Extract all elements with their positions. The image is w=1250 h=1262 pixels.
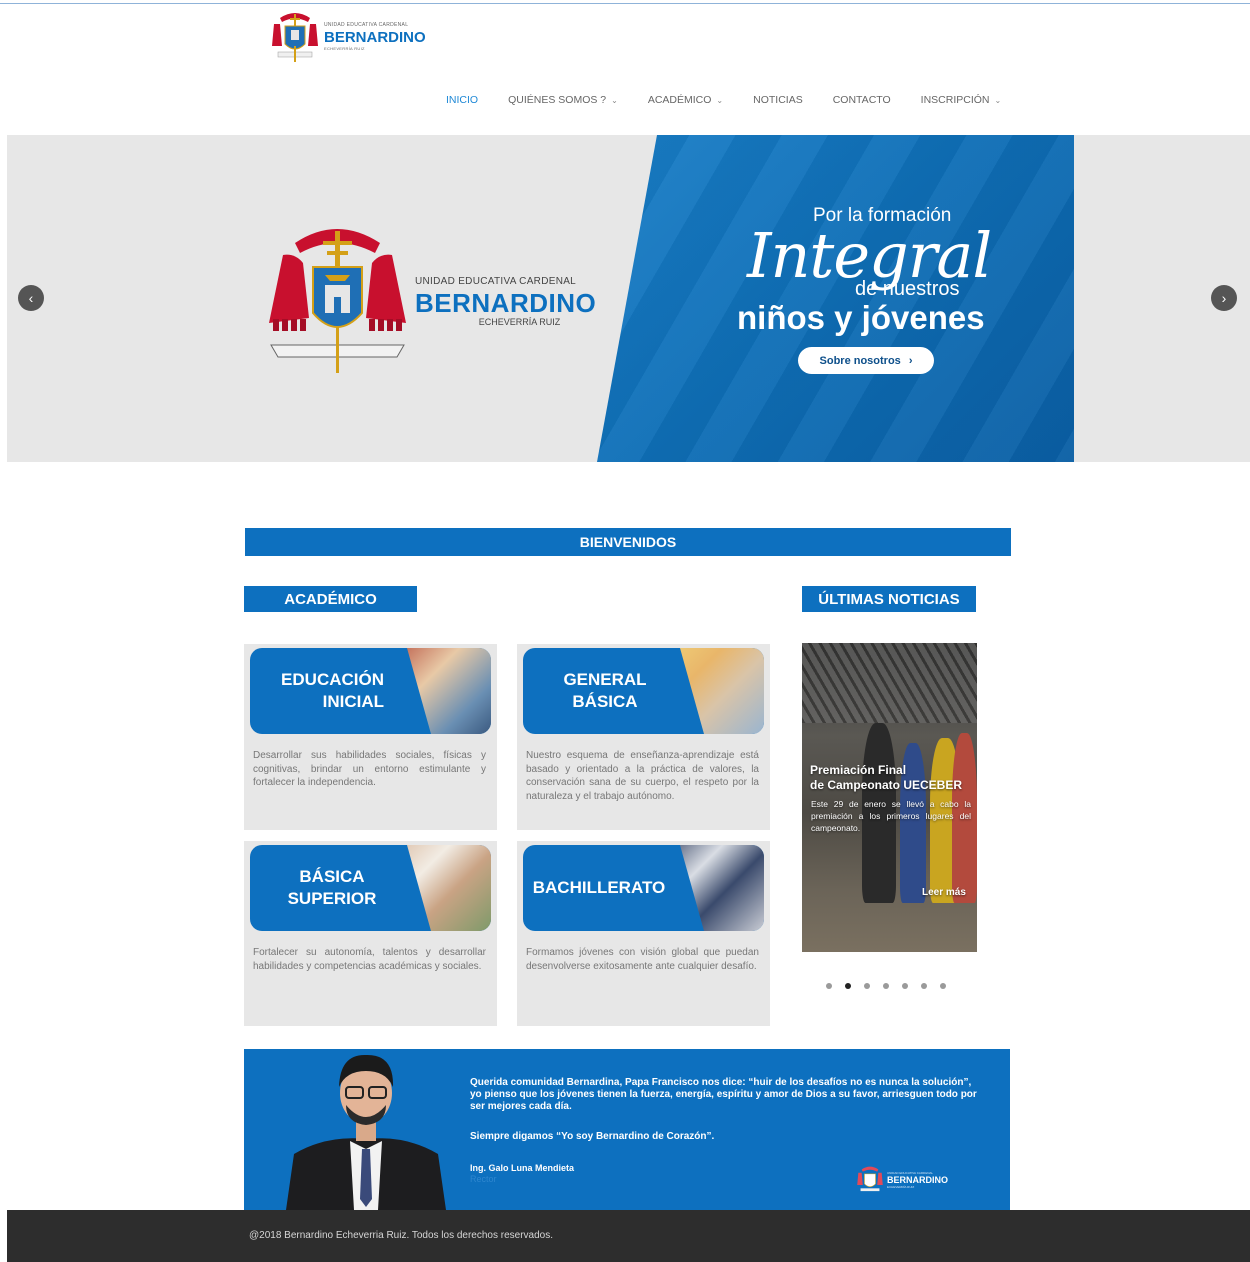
read-more-link[interactable]: Leer más <box>922 887 966 898</box>
card-description: Formamos jóvenes con visión global que p… <box>526 947 759 972</box>
card-photo <box>680 648 764 734</box>
chevron-right-icon: › <box>1221 290 1227 306</box>
main-nav: INICIO QUIÉNES SOMOS ? ⌄ ACADÉMICO ⌄ NOTIC… <box>446 94 1031 106</box>
card-photo <box>407 845 491 931</box>
nav-contacto-label: CONTACTO <box>832 94 891 106</box>
footer: @2018 Bernardino Echeverria Ruiz. Todos … <box>7 1210 1250 1262</box>
nav-noticias[interactable]: NOTICIAS <box>753 94 803 106</box>
rector-name: Ing. Galo Luna Mendieta <box>470 1163 575 1173</box>
logo-small-text: UNIDAD EDUCATIVA CARDENAL <box>324 22 409 28</box>
about-us-button[interactable]: Sobre nosotros › <box>798 347 934 374</box>
card-title: GENERAL BÁSICA <box>553 648 657 734</box>
crest-icon <box>269 229 406 373</box>
hero-slider: UNIDAD EDUCATIVA CARDENAL BERNARDINO ECH… <box>7 135 1250 462</box>
rector-role: Rector <box>470 1174 497 1184</box>
hero-logo-small: UNIDAD EDUCATIVA CARDENAL <box>415 276 577 287</box>
pagination-dot[interactable] <box>902 983 908 989</box>
hero-logo-name: BERNARDINO <box>415 288 597 318</box>
news-photo-ceiling <box>802 643 977 723</box>
pagination-dot[interactable] <box>826 983 832 989</box>
nav-inicio-label: INICIO <box>446 94 479 106</box>
card-banner: BÁSICA SUPERIOR <box>250 845 491 931</box>
chevron-right-icon: › <box>908 354 913 367</box>
card-description: Fortalecer su autonomía, talentos y desa… <box>253 947 486 972</box>
card-title-line2: BÁSICA <box>572 692 638 711</box>
card-basica-superior[interactable]: BÁSICA SUPERIOR Fortalecer su autonomía, … <box>244 841 497 1026</box>
rector-message-text: Querida comunidad Bernardina, Papa Franc… <box>470 1077 977 1112</box>
card-title-line1: EDUCACIÓN <box>281 669 384 689</box>
pagination-dot[interactable] <box>883 983 889 989</box>
welcome-banner: BIENVENIDOS <box>245 528 1011 556</box>
card-banner: BACHILLERATO <box>523 845 764 931</box>
card-description: Nuestro esquema de enseñanza-aprendizaje… <box>526 750 759 802</box>
news-title: Premiación Final de Campeonato UECEBER <box>810 763 962 793</box>
card-title-line2: INICIAL <box>322 692 384 711</box>
about-us-label: Sobre nosotros <box>819 354 901 367</box>
pagination-dot[interactable] <box>940 983 946 989</box>
pagination-dot-active[interactable] <box>845 983 851 989</box>
chevron-left-icon: ‹ <box>28 290 34 306</box>
card-title: BACHILLERATO <box>529 845 669 931</box>
nav-quienes-somos-label: QUIÉNES SOMOS ? <box>508 94 607 106</box>
card-title-line1: BACHILLERATO <box>532 877 666 897</box>
news-title-line1: Premiación Final <box>810 763 907 777</box>
chevron-down-icon: ⌄ <box>611 95 618 105</box>
card-title: EDUCACIÓN INICIAL <box>264 648 384 734</box>
academic-heading: ACADÉMICO <box>244 586 417 612</box>
rector-photo <box>286 1054 446 1210</box>
nav-inscripcion-label: INSCRIPCIÓN <box>920 94 990 106</box>
slider-prev-button[interactable]: ‹ <box>18 285 44 311</box>
card-general-basica[interactable]: GENERAL BÁSICA Nuestro esquema de enseñan… <box>517 644 770 830</box>
card-educacion-inicial[interactable]: EDUCACIÓN INICIAL Desarrollar sus habilid… <box>244 644 497 830</box>
nav-inscripcion[interactable]: INSCRIPCIÓN ⌄ <box>921 94 1002 106</box>
news-title-line2: de Campeonato UECEBER <box>810 778 963 792</box>
pagination-dot[interactable] <box>864 983 870 989</box>
hero-logo: UNIDAD EDUCATIVA CARDENAL BERNARDINO ECH… <box>415 277 596 327</box>
hero-logo-sub: ECHEVERRÍA RUIZ <box>478 317 561 327</box>
nav-academico[interactable]: ACADÉMICO ⌄ <box>648 94 723 106</box>
copyright-text: @2018 Bernardino Echeverria Ruiz. Todos … <box>249 1230 554 1241</box>
card-banner: GENERAL BÁSICA <box>523 648 764 734</box>
card-title: BÁSICA SUPERIOR <box>270 845 394 931</box>
news-pagination <box>826 983 946 989</box>
nav-inicio[interactable]: INICIO <box>446 94 478 106</box>
card-bachillerato[interactable]: BACHILLERATO Formamos jóvenes con visión… <box>517 841 770 1026</box>
nav-quienes-somos[interactable]: QUIÉNES SOMOS ? ⌄ <box>508 94 618 106</box>
logo-name: BERNARDINO <box>324 29 426 46</box>
rector-message: Querida comunidad Bernardina, Papa Franc… <box>244 1049 1010 1210</box>
card-title-line1: BÁSICA <box>299 866 365 886</box>
site-logo[interactable]: UNIDAD EDUCATIVA CARDENAL BERNARDINO ECH… <box>270 10 430 64</box>
crest-icon <box>272 13 318 62</box>
card-title-line1: GENERAL <box>563 669 647 689</box>
news-text: Este 29 de enero se llevó a cabo la prem… <box>811 799 971 833</box>
logo-sub-text: ECHEVERRÍA RUIZ <box>324 46 365 51</box>
nav-academico-label: ACADÉMICO <box>647 94 712 106</box>
nav-contacto[interactable]: CONTACTO <box>833 94 891 106</box>
slider-next-button[interactable]: › <box>1211 285 1237 311</box>
rector-logo-name: BERNARDINO <box>887 1174 949 1185</box>
nav-noticias-label: NOTICIAS <box>753 94 803 106</box>
card-title-line2: SUPERIOR <box>287 889 377 908</box>
card-photo <box>680 845 764 931</box>
rector-logo-sub: ECHEVERRÍA RUIZ <box>887 1184 915 1189</box>
hero-line4: niños y jóvenes <box>737 299 985 336</box>
card-banner: EDUCACIÓN INICIAL <box>250 648 491 734</box>
crest-icon <box>857 1166 883 1192</box>
top-border <box>0 3 1250 4</box>
chevron-down-icon: ⌄ <box>716 95 724 105</box>
rector-logo: UNIDAD EDUCATIVA CARDENAL BERNARDINO ECH… <box>856 1165 948 1195</box>
pagination-dot[interactable] <box>921 983 927 989</box>
news-heading: ÚLTIMAS NOTICIAS <box>802 586 976 612</box>
news-slide[interactable]: Premiación Final de Campeonato UECEBER Es… <box>802 643 977 952</box>
rector-motto: Siempre digamos “Yo soy Bernardino de Co… <box>470 1131 715 1142</box>
card-photo <box>407 648 491 734</box>
card-description: Desarrollar sus habilidades sociales, fí… <box>253 750 486 788</box>
chevron-down-icon: ⌄ <box>994 95 1002 105</box>
hero-line3: de nuestros <box>855 278 960 300</box>
